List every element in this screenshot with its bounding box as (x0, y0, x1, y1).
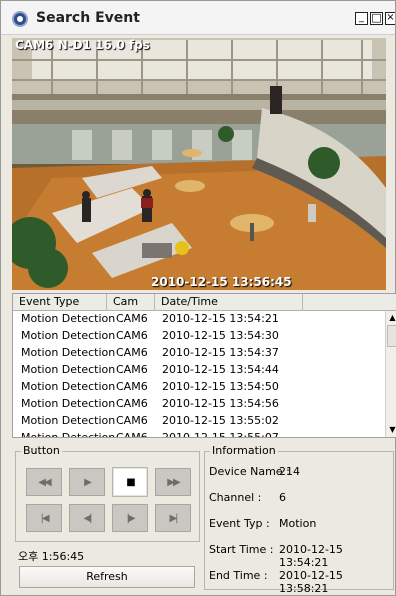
information-group-legend: Information (210, 444, 278, 457)
stop-button[interactable]: ■ (112, 467, 148, 497)
scroll-down-arrow-icon[interactable]: ▼ (388, 425, 396, 434)
skip-to-start-button[interactable]: |◀ (26, 504, 62, 532)
event-type-value: Motion (279, 517, 317, 530)
table-row[interactable]: Motion Detection CAM6 2010-12-15 13:54:5… (13, 396, 387, 413)
table-row[interactable]: Motion Detection CAM6 2010-12-15 13:54:2… (13, 311, 387, 328)
cam-cell: CAM6 (116, 380, 148, 393)
app-icon (12, 11, 28, 27)
end-time-label: End Time : (209, 569, 268, 582)
device-name-label: Device Name : (209, 465, 290, 478)
device-name-value: 214 (279, 465, 300, 478)
fast-forward-button[interactable]: ▶▶ (155, 468, 191, 496)
event-list-table[interactable]: Event Type Cam Date/Time Motion Detectio… (12, 293, 396, 438)
close-button[interactable]: × (385, 12, 395, 25)
event-type-cell: Motion Detection (21, 414, 116, 427)
datetime-cell: 2010-12-15 13:54:30 (162, 329, 279, 342)
datetime-cell: 2010-12-15 13:54:37 (162, 346, 279, 359)
table-row[interactable]: Motion Detection CAM6 2010-12-15 13:54:3… (13, 328, 387, 345)
event-type-cell: Motion Detection (21, 380, 116, 393)
table-header: Event Type Cam Date/Time (13, 294, 396, 311)
start-time-value: 2010-12-15 13:54:21 (279, 543, 343, 569)
cam-cell: CAM6 (116, 346, 148, 359)
window-title: Search Event (36, 10, 140, 26)
scroll-thumb[interactable] (387, 325, 396, 347)
video-timestamp-overlay: 2010-12-15 13:56:45 (151, 275, 292, 289)
datetime-cell: 2010-12-15 13:54:44 (162, 363, 279, 376)
cam-cell: CAM6 (116, 329, 148, 342)
step-back-button[interactable]: ◀| (69, 504, 105, 532)
cam-cell: CAM6 (116, 397, 148, 410)
event-type-cell: Motion Detection (21, 363, 116, 376)
end-time-value: 2010-12-15 13:58:21 (279, 569, 343, 595)
channel-label: Channel : (209, 491, 262, 504)
maximize-button[interactable]: □ (370, 12, 383, 25)
channel-value: 6 (279, 491, 286, 504)
camera-frame-image (12, 38, 386, 290)
event-type-cell: Motion Detection (21, 397, 116, 410)
table-row[interactable]: Motion Detection CAM6 2010-12-15 13:55:0… (13, 430, 387, 438)
step-forward-button[interactable]: |▶ (112, 504, 148, 532)
datetime-cell: 2010-12-15 13:55:07 (162, 431, 279, 438)
vertical-scrollbar[interactable]: ▲ ▼ (385, 311, 396, 437)
cam-cell: CAM6 (116, 431, 148, 438)
column-header-datetime[interactable]: Date/Time (155, 294, 303, 311)
datetime-cell: 2010-12-15 13:54:50 (162, 380, 279, 393)
minimize-button[interactable]: _ (355, 12, 368, 25)
current-time-label: 오후 1:56:45 (18, 550, 85, 563)
rewind-button[interactable]: ◀◀ (26, 468, 62, 496)
table-row[interactable]: Motion Detection CAM6 2010-12-15 13:54:5… (13, 379, 387, 396)
play-button[interactable]: ▶ (69, 468, 105, 496)
search-event-window: Search Event _ □ × CAM6 N-D1 16.0 fps 20… (0, 0, 396, 596)
skip-to-end-button[interactable]: ▶| (155, 504, 191, 532)
title-bar[interactable]: Search Event _ □ × (1, 1, 395, 35)
event-type-label: Event Typ : (209, 517, 270, 530)
start-time-label: Start Time : (209, 543, 274, 556)
datetime-cell: 2010-12-15 13:55:02 (162, 414, 279, 427)
camera-info-overlay: CAM6 N-D1 16.0 fps (15, 38, 150, 52)
video-view[interactable]: CAM6 N-D1 16.0 fps 2010-12-15 13:56:45 (12, 38, 386, 290)
table-row[interactable]: Motion Detection CAM6 2010-12-15 13:54:4… (13, 362, 387, 379)
event-type-cell: Motion Detection (21, 431, 116, 438)
column-header-cam[interactable]: Cam (107, 294, 155, 311)
cam-cell: CAM6 (116, 363, 148, 376)
event-type-cell: Motion Detection (21, 329, 116, 342)
scroll-up-arrow-icon[interactable]: ▲ (388, 313, 396, 322)
refresh-button[interactable]: Refresh (19, 566, 195, 588)
datetime-cell: 2010-12-15 13:54:56 (162, 397, 279, 410)
table-row[interactable]: Motion Detection CAM6 2010-12-15 13:55:0… (13, 413, 387, 430)
cam-cell: CAM6 (116, 312, 148, 325)
cam-cell: CAM6 (116, 414, 148, 427)
datetime-cell: 2010-12-15 13:54:21 (162, 312, 279, 325)
button-group-legend: Button (21, 444, 62, 457)
event-type-cell: Motion Detection (21, 312, 116, 325)
event-type-cell: Motion Detection (21, 346, 116, 359)
table-row[interactable]: Motion Detection CAM6 2010-12-15 13:54:3… (13, 345, 387, 362)
column-header-event-type[interactable]: Event Type (13, 294, 107, 311)
